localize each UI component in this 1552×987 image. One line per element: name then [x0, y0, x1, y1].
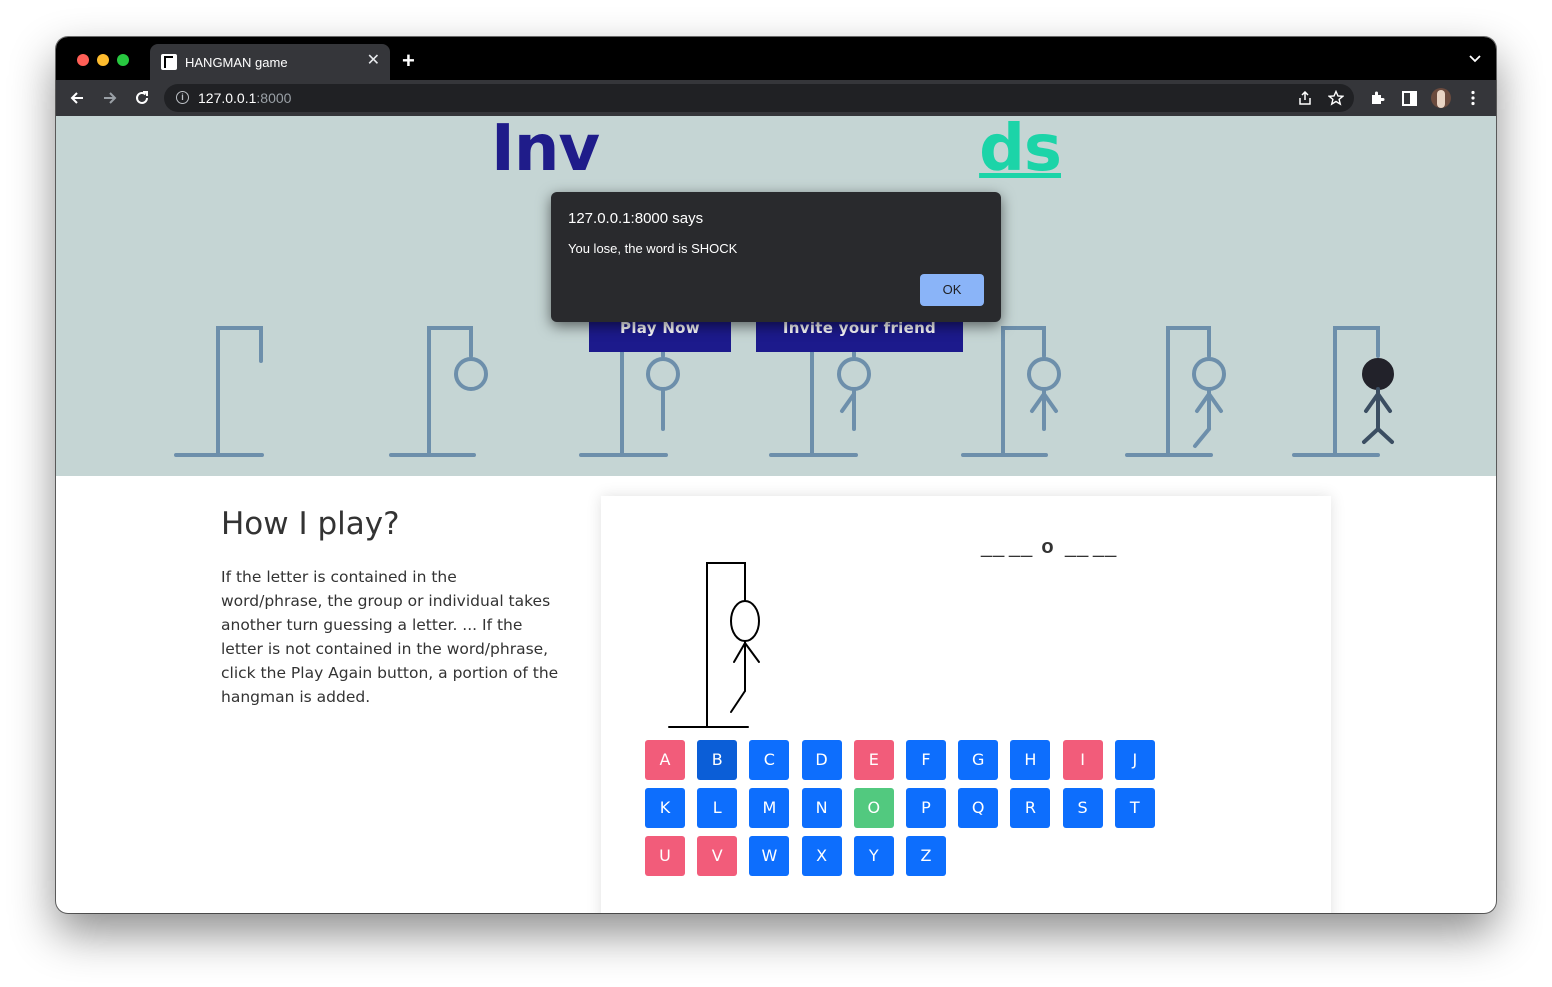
- game-card: __ __ o __ __ ABCDEFGHIJKLMNOPQRSTUVWXYZ: [601, 496, 1331, 913]
- hero-title-accent: ds: [979, 116, 1062, 186]
- tab-title: HANGMAN game: [185, 55, 288, 70]
- tab-strip: HANGMAN game ✕ +: [56, 37, 1496, 80]
- page-content: Invds to play! Play Now Invite your frie…: [56, 116, 1496, 913]
- word-slot: __: [1093, 536, 1118, 558]
- key-u[interactable]: U: [645, 836, 685, 876]
- key-l[interactable]: L: [697, 788, 738, 828]
- url-text: 127.0.0.1:8000: [198, 90, 292, 106]
- star-icon[interactable]: [1328, 90, 1344, 106]
- dialog-ok-button[interactable]: OK: [920, 274, 984, 306]
- key-o[interactable]: O: [853, 788, 894, 828]
- key-q[interactable]: Q: [958, 788, 999, 828]
- key-f[interactable]: F: [906, 740, 946, 780]
- close-window-button[interactable]: [77, 54, 89, 66]
- key-d[interactable]: D: [801, 740, 842, 780]
- key-n[interactable]: N: [801, 788, 842, 828]
- key-a[interactable]: A: [645, 740, 685, 780]
- hero-title: Inv ds: [56, 116, 1496, 186]
- reload-icon[interactable]: [134, 90, 150, 106]
- share-icon[interactable]: [1298, 91, 1312, 105]
- key-z[interactable]: Z: [906, 836, 946, 876]
- tab-hangman[interactable]: HANGMAN game ✕: [150, 44, 390, 80]
- key-b[interactable]: B: [697, 740, 738, 780]
- dialog-message: You lose, the word is SHOCK: [568, 241, 738, 256]
- favicon-icon: [161, 54, 177, 70]
- browser-toolbar: i 127.0.0.1:8000: [56, 80, 1496, 116]
- minimize-window-button[interactable]: [97, 54, 109, 66]
- key-c[interactable]: C: [749, 740, 790, 780]
- word-slot: o: [1041, 536, 1055, 558]
- key-m[interactable]: M: [749, 788, 790, 828]
- key-p[interactable]: P: [906, 788, 946, 828]
- back-icon[interactable]: [69, 90, 85, 106]
- how-to-play-text: If the letter is contained in the word/p…: [221, 568, 559, 706]
- word-slot: __: [981, 536, 1006, 558]
- key-g[interactable]: G: [958, 740, 999, 780]
- key-e[interactable]: E: [853, 740, 894, 780]
- hangman-drawing: [668, 562, 760, 728]
- alert-dialog: 127.0.0.1:8000 says You lose, the word i…: [551, 192, 1001, 322]
- menu-icon[interactable]: [1470, 90, 1476, 106]
- key-x[interactable]: X: [801, 836, 842, 876]
- word-slot: __: [1009, 536, 1034, 558]
- tab-search-chevron-icon[interactable]: [1468, 52, 1482, 66]
- word-display: __ __ o __ __: [981, 536, 1121, 559]
- new-tab-icon[interactable]: +: [402, 50, 415, 72]
- key-i[interactable]: I: [1062, 740, 1103, 780]
- word-slot: __: [1065, 536, 1090, 558]
- maximize-window-button[interactable]: [117, 54, 129, 66]
- key-j[interactable]: J: [1114, 740, 1155, 780]
- tab-close-icon[interactable]: ✕: [367, 52, 380, 70]
- side-panel-icon[interactable]: [1402, 91, 1417, 106]
- address-bar[interactable]: i 127.0.0.1:8000: [164, 84, 1354, 112]
- key-r[interactable]: R: [1010, 788, 1051, 828]
- how-to-play-heading: How I play?: [221, 506, 400, 542]
- profile-avatar[interactable]: [1431, 88, 1451, 108]
- forward-icon[interactable]: [102, 90, 118, 106]
- key-v[interactable]: V: [697, 836, 738, 876]
- browser-window: HANGMAN game ✕ + i 127.0.0.1:8000 Inv ds…: [56, 37, 1496, 913]
- dialog-title: 127.0.0.1:8000 says: [568, 210, 704, 227]
- key-w[interactable]: W: [749, 836, 790, 876]
- info-icon[interactable]: i: [176, 91, 189, 104]
- extensions-icon[interactable]: [1369, 90, 1385, 106]
- key-k[interactable]: K: [645, 788, 685, 828]
- key-t[interactable]: T: [1114, 788, 1155, 828]
- key-h[interactable]: H: [1010, 740, 1051, 780]
- key-s[interactable]: S: [1062, 788, 1103, 828]
- key-y[interactable]: Y: [853, 836, 894, 876]
